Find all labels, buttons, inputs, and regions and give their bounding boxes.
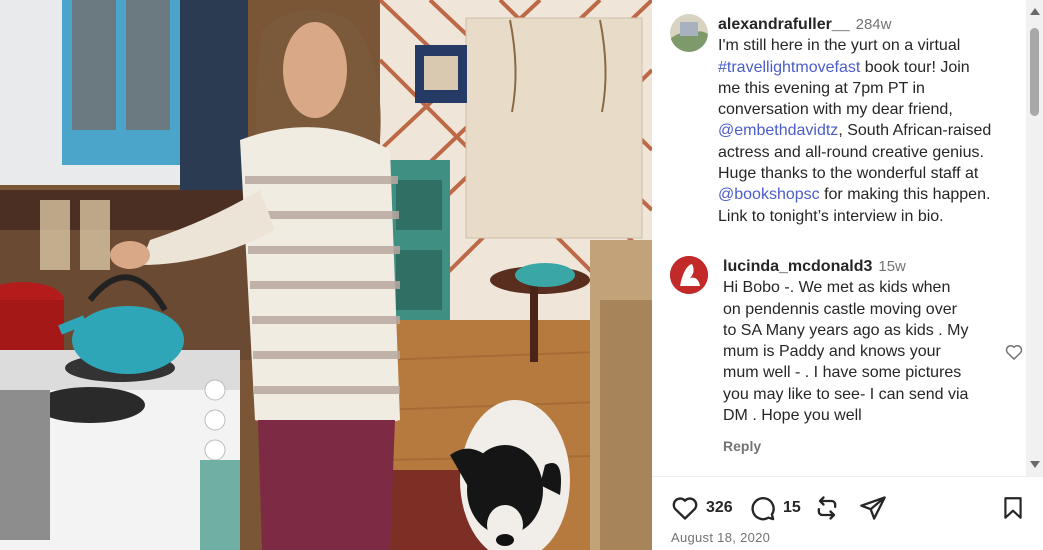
caption-text: alexandrafuller__ 284w I'm still here in … [718,14,1020,227]
reply-button[interactable]: Reply [723,436,985,457]
like-button[interactable] [670,494,700,527]
vertical-scrollbar[interactable] [1026,0,1043,476]
caption-line: actress and all-round creative genius. [718,142,1020,163]
caption-line: Link to tonight’s interview in bio. [718,206,1020,227]
repost-icon [817,496,837,520]
scroll-up-arrow-icon[interactable] [1030,8,1040,15]
post-time[interactable]: 284w [856,16,892,33]
comment-text: lucinda_mcdonald3 15w Hi Bobo -. We met a… [723,256,985,458]
heart-icon [672,497,698,520]
caption-text-segment: for making this happen. [819,186,991,204]
comment-button[interactable] [748,494,776,527]
commenter-username[interactable]: lucinda_mcdonald3 [723,258,872,275]
caption-text-segment: Huge thanks to the wonderful staff at [718,165,979,183]
caption-text-segment: , South African-raised [838,122,992,140]
caption-text-segment: book tour! Join [860,58,970,76]
comment-line: mum well - . I have some pictures [723,364,962,382]
like-count[interactable]: 326 [706,499,733,517]
comment-item: lucinda_mcdonald3 15w Hi Bobo -. We met a… [670,256,1023,458]
caption-text-segment: actress and all-round creative genius. [718,143,984,161]
comment-line: you may like to see- I can send via [723,385,969,403]
mention-link[interactable]: @embethdavidtz [718,122,838,139]
caption-line: Huge thanks to the wonderful staff at [718,163,1020,184]
comment-line: on pendennis castle moving over [723,300,957,318]
caption-line: @bookshopsc for making this happen. [718,184,1020,205]
save-button[interactable] [1000,494,1026,527]
share-button[interactable] [859,494,887,527]
comment-line: mum is Paddy and knows your [723,343,941,361]
send-icon [860,496,886,520]
caption-line: @embethdavidtz, South African-raised [718,120,1020,141]
divider [652,476,1043,477]
post-date[interactable]: August 18, 2020 [671,530,770,545]
comment-header: lucinda_mcdonald3 15w [723,256,985,277]
author-avatar-image [670,14,708,52]
comment-bubble-icon [751,497,775,521]
commenter-avatar[interactable] [670,256,708,294]
comments-scroll-area[interactable]: alexandrafuller__ 284w I'm still here in … [652,0,1026,476]
comment-like-heart-icon[interactable] [1004,342,1024,362]
scroll-down-arrow-icon[interactable] [1030,461,1040,468]
heart-icon [1005,345,1023,360]
comment-line: Hi Bobo -. We met as kids when [723,279,951,297]
caption-header: alexandrafuller__ 284w [718,14,1020,35]
commenter-avatar-image [670,256,708,294]
repost-button[interactable] [813,494,841,527]
comment-count[interactable]: 15 [783,499,801,517]
caption-text-segment: Link to tonight’s interview in bio. [718,207,944,225]
scrollbar-thumb[interactable] [1030,28,1039,116]
author-username[interactable]: alexandrafuller__ [718,16,850,33]
hashtag-link[interactable]: #travellightmovefast [718,59,860,76]
comment-time[interactable]: 15w [878,258,906,275]
caption-line: me this evening at 7pm PT in [718,78,1020,99]
photo-illustration [0,0,652,550]
post-photo[interactable] [0,0,652,550]
mention-link[interactable]: @bookshopsc [718,186,820,203]
comment-line: DM . Hope you well [723,407,862,425]
caption-text-segment: me this evening at 7pm PT in [718,79,925,97]
caption-line: I'm still here in the yurt on a virtual [718,35,1020,56]
author-avatar[interactable] [670,14,708,52]
bookmark-icon [1004,497,1022,519]
caption-line: #travellightmovefast book tour! Join [718,57,1020,78]
post-actions-bar: 326 15 [670,490,1030,526]
caption-text-segment: I'm still here in the yurt on a virtual [718,37,961,55]
caption-text-segment: conversation with my dear friend, [718,101,953,119]
post-detail-panel: alexandrafuller__ 284w I'm still here in … [652,0,1043,550]
post-caption: alexandrafuller__ 284w I'm still here in … [670,14,1020,227]
caption-line: conversation with my dear friend, [718,99,1020,120]
comment-line: to SA Many years ago as kids . My [723,321,969,339]
